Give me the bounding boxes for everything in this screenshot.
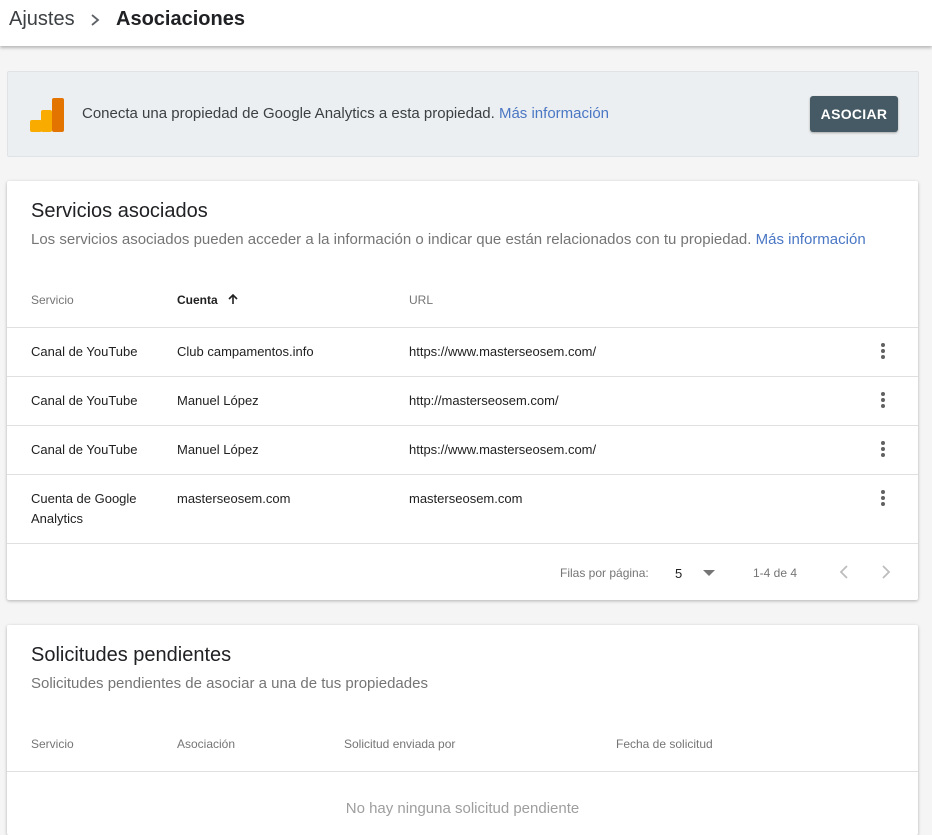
rows-per-page-value: 5	[675, 566, 683, 581]
row-service: Cuenta de Google Analytics	[31, 489, 137, 529]
dropdown-arrow-icon	[703, 570, 715, 576]
column-header-account[interactable]: Cuenta	[177, 293, 239, 307]
connect-analytics-banner: Conecta una propiedad de Google Analytic…	[7, 71, 919, 157]
more-vert-icon[interactable]	[875, 341, 891, 361]
column-header-sent-by[interactable]: Solicitud enviada por	[344, 737, 455, 751]
banner-more-info-link[interactable]: Más información	[499, 105, 609, 122]
row-account: masterseosem.com	[177, 491, 291, 506]
linked-services-card: Servicios asociados Los servicios asocia…	[7, 181, 918, 600]
divider	[7, 474, 918, 475]
chevron-right-icon[interactable]	[878, 562, 894, 582]
google-analytics-logo-icon	[30, 98, 64, 132]
associate-button[interactable]: ASOCIAR	[810, 96, 898, 132]
linked-services-subtitle: Los servicios asociados pueden acceder a…	[31, 231, 866, 248]
divider	[7, 376, 918, 377]
row-service: Canal de YouTube	[31, 344, 138, 359]
row-url: https://www.masterseosem.com/	[409, 344, 597, 359]
column-header-account-label: Cuenta	[177, 293, 218, 307]
column-header-service[interactable]: Servicio	[31, 737, 74, 751]
banner-text: Conecta una propiedad de Google Analytic…	[82, 105, 495, 122]
pending-requests-subtitle: Solicitudes pendientes de asociar a una …	[31, 675, 428, 692]
pagination-range: 1-4 de 4	[753, 566, 798, 580]
linked-services-more-info-link[interactable]: Más información	[756, 231, 866, 248]
row-account: Manuel López	[177, 442, 259, 457]
divider	[7, 543, 918, 544]
pending-requests-card: Solicitudes pendientes Solicitudes pendi…	[7, 625, 918, 835]
row-service: Canal de YouTube	[31, 393, 138, 408]
more-vert-icon[interactable]	[875, 390, 891, 410]
linked-services-title: Servicios asociados	[31, 200, 208, 222]
column-header-service[interactable]: Servicio	[31, 293, 74, 307]
divider	[7, 425, 918, 426]
column-header-date[interactable]: Fecha de solicitud	[616, 737, 713, 751]
more-vert-icon[interactable]	[875, 439, 891, 459]
row-account: Manuel López	[177, 393, 259, 408]
pending-requests-title: Solicitudes pendientes	[31, 644, 232, 666]
divider	[7, 327, 918, 328]
row-url: http://masterseosem.com/	[409, 393, 559, 408]
empty-state-message: No hay ninguna solicitud pendiente	[345, 800, 580, 817]
divider	[7, 771, 918, 772]
rows-per-page-select[interactable]: 5	[675, 566, 721, 581]
row-service: Canal de YouTube	[31, 442, 138, 457]
more-vert-icon[interactable]	[875, 488, 891, 508]
row-service-line2: Analytics	[31, 511, 84, 526]
row-url: masterseosem.com	[409, 491, 523, 506]
chevron-right-icon	[91, 14, 100, 26]
breadcrumb-root[interactable]: Ajustes	[9, 8, 75, 31]
rows-per-page-label: Filas por página:	[560, 566, 649, 580]
column-header-association[interactable]: Asociación	[177, 737, 235, 751]
chevron-left-icon[interactable]	[836, 562, 852, 582]
row-account: Club campamentos.info	[177, 344, 314, 359]
banner-message: Conecta una propiedad de Google Analytic…	[82, 105, 609, 122]
arrow-up-icon	[228, 293, 238, 304]
column-header-url[interactable]: URL	[409, 293, 433, 307]
linked-services-subtitle-text: Los servicios asociados pueden acceder a…	[31, 231, 752, 248]
page-title: Asociaciones	[116, 8, 245, 30]
row-service-line1: Cuenta de Google	[31, 491, 137, 506]
header-bar: Ajustes Asociaciones	[0, 0, 932, 46]
row-url: https://www.masterseosem.com/	[409, 442, 597, 457]
